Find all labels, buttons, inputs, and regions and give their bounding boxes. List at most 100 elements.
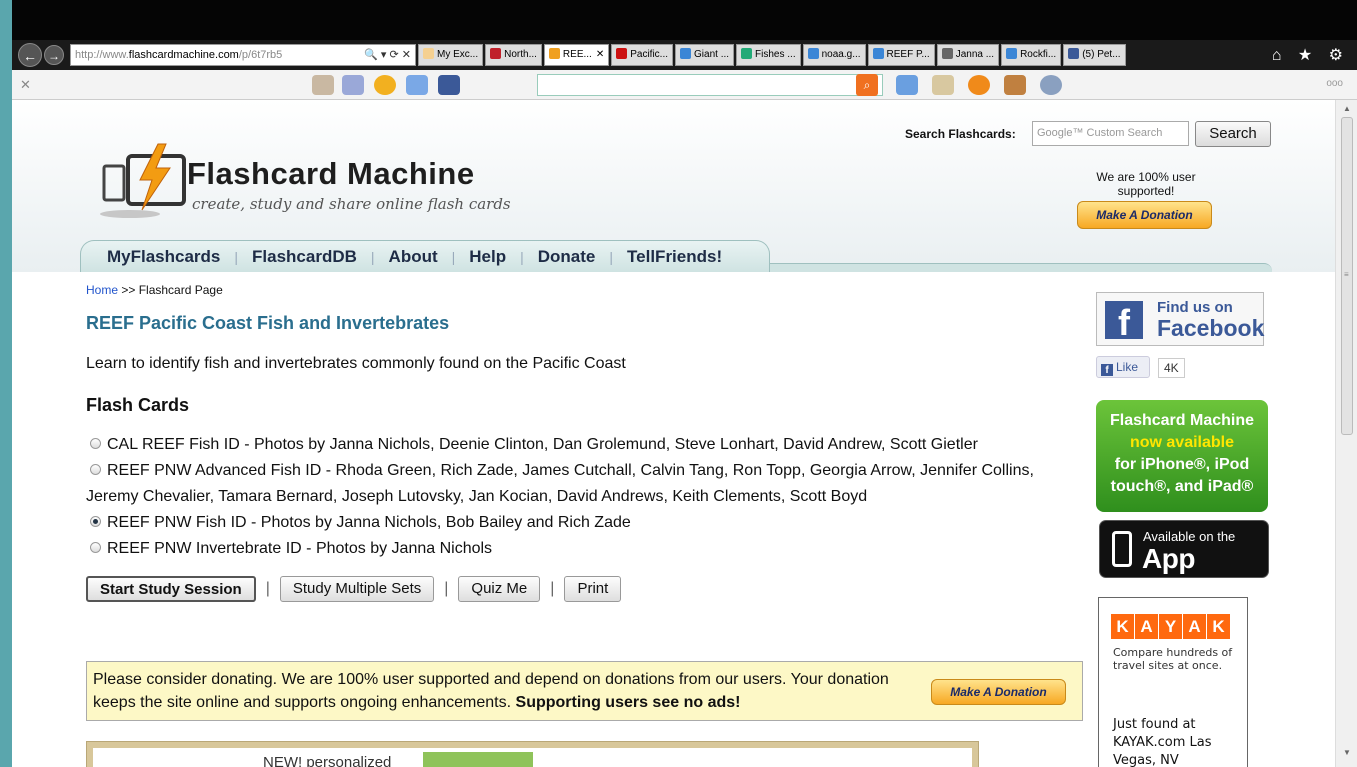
tab-favicon-icon bbox=[941, 48, 953, 59]
facebook-icon[interactable] bbox=[438, 75, 460, 95]
browser-tab[interactable]: noaa.g... bbox=[802, 44, 866, 66]
coupon-icon[interactable] bbox=[932, 75, 954, 95]
browser-tab[interactable]: Pacific... bbox=[611, 44, 674, 66]
radio-button-selected[interactable] bbox=[90, 516, 101, 527]
thumbs-up-icon[interactable] bbox=[896, 75, 918, 95]
tab-favicon-icon bbox=[680, 48, 692, 59]
facebook-like-button[interactable]: f Like bbox=[1096, 356, 1150, 378]
browser-tab[interactable]: Giant ... bbox=[675, 44, 735, 66]
browser-tab[interactable]: (5) Pet... bbox=[1063, 44, 1126, 66]
browser-tab[interactable]: My Exc... bbox=[418, 44, 484, 66]
tab-label: Pacific... bbox=[630, 49, 669, 60]
radio-button[interactable] bbox=[90, 438, 101, 449]
tab-label: noaa.g... bbox=[821, 49, 861, 60]
scroll-down-icon[interactable]: ▼ bbox=[1343, 748, 1351, 757]
site-header: Search Flashcards: Google™ Custom Search… bbox=[12, 100, 1335, 272]
forward-button[interactable]: → bbox=[44, 45, 64, 65]
ad-banner[interactable]: NEW! personalized bbox=[86, 741, 979, 767]
action-separator: | bbox=[444, 580, 449, 597]
set-option[interactable]: CAL REEF Fish ID - Photos by Janna Nicho… bbox=[86, 432, 1076, 458]
search-button[interactable]: Search bbox=[1195, 121, 1271, 147]
nav-flashcarddb[interactable]: FlashcardDB bbox=[252, 247, 357, 267]
action-separator: | bbox=[550, 580, 555, 597]
web-page: Search Flashcards: Google™ Custom Search… bbox=[12, 100, 1335, 767]
kayak-tagline: Compare hundreds of travel sites at once… bbox=[1113, 646, 1233, 672]
url-domain: flashcardmachine.com bbox=[128, 49, 239, 61]
fish-icon[interactable] bbox=[1004, 75, 1026, 95]
toolbar-search-icon[interactable]: ⌕ bbox=[856, 74, 878, 96]
search-input[interactable]: Google™ Custom Search bbox=[1032, 121, 1189, 146]
facebook-find-us-button[interactable]: f Find us on Facebook bbox=[1096, 292, 1264, 346]
browser-tab[interactable]: Rockfi... bbox=[1001, 44, 1062, 66]
set-option[interactable]: REEF PNW Invertebrate ID - Photos by Jan… bbox=[86, 536, 1076, 562]
promo-line: touch®, and iPad® bbox=[1110, 478, 1254, 495]
tab-close-icon[interactable]: ✕ bbox=[596, 49, 604, 60]
url-field[interactable]: http://www. flashcardmachine.com/p/6t7rb5… bbox=[70, 44, 416, 66]
action-separator: | bbox=[265, 580, 270, 597]
gears-icon[interactable] bbox=[1040, 75, 1062, 95]
nav-myflashcards[interactable]: MyFlashcards bbox=[107, 247, 220, 267]
browser-tab[interactable]: REE... ✕ bbox=[543, 44, 610, 66]
browser-tab[interactable]: REEF P... bbox=[867, 44, 935, 66]
quiz-me-button[interactable]: Quiz Me bbox=[458, 576, 541, 602]
toolbar-more-icon[interactable]: ooo bbox=[1326, 78, 1343, 89]
app-store-badge[interactable]: Available on the App Store bbox=[1099, 520, 1269, 606]
facebook-find-text: Find us on bbox=[1157, 299, 1233, 316]
map-icon[interactable] bbox=[342, 75, 364, 95]
ticket-icon[interactable] bbox=[312, 75, 334, 95]
tab-label: (5) Pet... bbox=[1082, 49, 1121, 60]
search-label: Search Flashcards: bbox=[905, 127, 1016, 141]
nav-help[interactable]: Help bbox=[469, 247, 506, 267]
url-controls[interactable]: 🔍 ▾ ⟳ ✕ bbox=[364, 45, 415, 65]
browser-tab[interactable]: Fishes ... bbox=[736, 44, 801, 66]
tab-label: Janna ... bbox=[955, 49, 995, 60]
tab-label: Fishes ... bbox=[755, 49, 796, 60]
toolbar-close-icon[interactable]: ✕ bbox=[20, 77, 31, 93]
ad-banner-inner: NEW! personalized bbox=[93, 748, 972, 767]
support-text: We are 100% user supported! bbox=[1096, 170, 1196, 198]
tab-label: My Exc... bbox=[437, 49, 479, 60]
mobile-app-promo[interactable]: Flashcard Machine now available for iPho… bbox=[1096, 400, 1268, 512]
donation-strong-text: Supporting users see no ads! bbox=[515, 694, 741, 711]
weather-icon[interactable] bbox=[374, 75, 396, 95]
page-title: REEF Pacific Coast Fish and Invertebrate… bbox=[86, 313, 450, 333]
donation-text: Please consider donating. We are 100% us… bbox=[93, 671, 889, 711]
start-study-button[interactable]: Start Study Session bbox=[86, 576, 256, 602]
nav-donate[interactable]: Donate bbox=[538, 247, 596, 267]
nav-tellfriends[interactable]: TellFriends! bbox=[627, 247, 722, 267]
donate-button-secondary[interactable]: Make A Donation bbox=[931, 679, 1066, 705]
logo-icon[interactable] bbox=[98, 138, 188, 220]
browser-icons[interactable]: ⌂ ★ ⚙ bbox=[1272, 45, 1349, 65]
toolbar-search-input[interactable] bbox=[537, 74, 883, 96]
facebook-like-icon: f bbox=[1101, 364, 1113, 376]
set-option[interactable]: REEF PNW Advanced Fish ID - Rhoda Green,… bbox=[86, 458, 1076, 510]
page-scrollbar[interactable]: ▲ ≡ ▼ bbox=[1335, 100, 1357, 767]
tab-favicon-icon bbox=[872, 48, 884, 59]
promo-line: Flashcard Machine bbox=[1109, 412, 1255, 429]
tab-favicon-icon bbox=[548, 48, 560, 59]
sun-icon[interactable] bbox=[968, 75, 990, 95]
scroll-up-icon[interactable]: ▲ bbox=[1343, 104, 1351, 113]
print-button[interactable]: Print bbox=[564, 576, 622, 602]
donate-button[interactable]: Make A Donation bbox=[1077, 201, 1212, 229]
back-button[interactable]: ← bbox=[18, 43, 42, 67]
address-bar-row: ← → http://www. flashcardmachine.com/p/6t… bbox=[12, 40, 1357, 70]
radio-button[interactable] bbox=[90, 542, 101, 553]
logo-tagline: create, study and share online flash car… bbox=[192, 195, 511, 213]
browser-window: ← → http://www. flashcardmachine.com/p/6t… bbox=[12, 0, 1357, 767]
nav-about[interactable]: About bbox=[389, 247, 438, 267]
promo-line-highlight: now available bbox=[1129, 434, 1235, 451]
radio-button[interactable] bbox=[90, 464, 101, 475]
tab-favicon-icon bbox=[616, 48, 628, 59]
browser-tab[interactable]: North... bbox=[485, 44, 542, 66]
set-option[interactable]: REEF PNW Fish ID - Photos by Janna Nicho… bbox=[86, 510, 1076, 536]
study-multiple-button[interactable]: Study Multiple Sets bbox=[279, 576, 435, 602]
kayak-ad[interactable]: KAYAK Compare hundreds of travel sites a… bbox=[1098, 597, 1248, 767]
logo-title[interactable]: Flashcard Machine bbox=[187, 156, 475, 192]
set-label: CAL REEF Fish ID - Photos by Janna Nicho… bbox=[107, 436, 978, 453]
browser-tab[interactable]: Janna ... bbox=[936, 44, 1000, 66]
nav-separator: | bbox=[234, 248, 239, 265]
breadcrumb-home-link[interactable]: Home bbox=[86, 283, 118, 297]
facebook-name-text: Facebook bbox=[1157, 315, 1265, 341]
mail-icon[interactable] bbox=[406, 75, 428, 95]
